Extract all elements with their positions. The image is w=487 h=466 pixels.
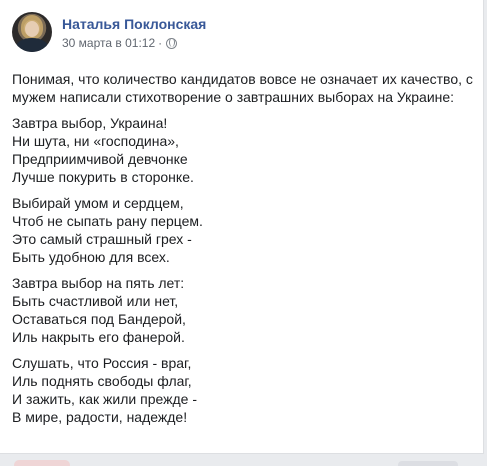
author-avatar[interactable] bbox=[12, 12, 52, 52]
poem-line: В мире, радости, надежде! bbox=[12, 409, 188, 425]
globe-icon[interactable] bbox=[166, 37, 178, 49]
intro-line: Понимая, что количество кандидатов вовсе… bbox=[12, 71, 473, 87]
poem-line: Это самый страшный грех - bbox=[12, 231, 192, 247]
poem-line: Лучше покурить в сторонке. bbox=[12, 169, 194, 185]
poem-line: Ни шута, ни «господина», bbox=[12, 133, 179, 149]
poem-line: Быть удобною для всех. bbox=[12, 249, 170, 265]
poem-line: Быть счастливой или нет, bbox=[12, 293, 179, 309]
poem-line: Иль поднять свободы флаг, bbox=[12, 373, 192, 389]
poem-stanza: Слушать, что Россия - враг, Иль поднять … bbox=[12, 354, 476, 426]
post-intro: Понимая, что количество кандидатов вовсе… bbox=[12, 70, 476, 106]
poem-line: Иль накрыть его фанерой. bbox=[12, 329, 185, 345]
author-name-link[interactable]: Наталья Поклонская bbox=[62, 16, 206, 32]
poem-line: Оставаться под Бандерой, bbox=[12, 311, 186, 327]
reaction-icons-cropped bbox=[14, 460, 70, 466]
reactions-bar-cropped bbox=[0, 454, 487, 466]
poem-stanza: Завтра выбор на пять лет: Быть счастливо… bbox=[12, 274, 476, 346]
poem-line: Слушать, что Россия - враг, bbox=[12, 355, 192, 371]
poem-line: Предприимчивой девчонке bbox=[12, 151, 188, 167]
poem-stanza: Выбирай умом и сердцем, Чтоб не сыпать р… bbox=[12, 194, 476, 266]
post-meta: 30 марта в 01:12 · bbox=[62, 36, 178, 50]
meta-separator: · bbox=[158, 36, 163, 50]
post-timestamp[interactable]: 30 марта в 01:12 bbox=[62, 36, 155, 50]
post-text: Понимая, что количество кандидатов вовсе… bbox=[12, 70, 476, 434]
poem-line: И зажить, как жили прежде - bbox=[12, 391, 197, 407]
poem-line: Выбирай умом и сердцем, bbox=[12, 195, 184, 211]
poem-line: Завтра выбор, Украина! bbox=[12, 115, 168, 131]
poem-line: Завтра выбор на пять лет: bbox=[12, 275, 185, 291]
intro-line: мужем написали стихотворение о завтрашни… bbox=[12, 89, 455, 105]
poem-line: Чтоб не сыпать рану перцем. bbox=[12, 213, 203, 229]
post-card: Наталья Поклонская 30 марта в 01:12 · По… bbox=[0, 0, 484, 454]
comment-count-cropped bbox=[398, 461, 458, 466]
poem-stanza: Завтра выбор, Украина! Ни шута, ни «госп… bbox=[12, 114, 476, 186]
